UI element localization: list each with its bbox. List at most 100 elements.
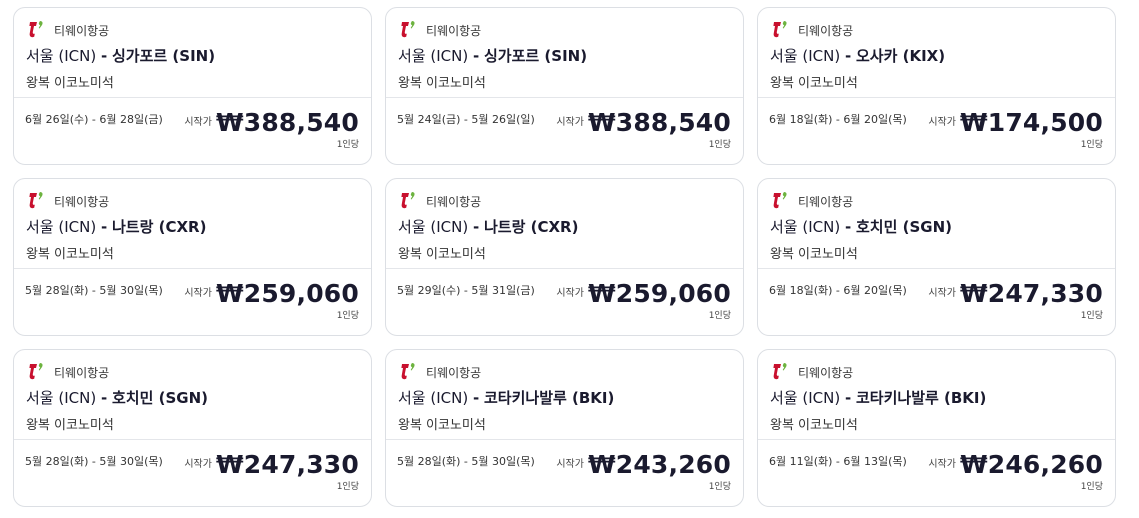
travel-dates: 5월 24일(금) - 5월 26일(일) bbox=[397, 113, 535, 126]
card-header: 티웨이항공 서울 (ICN) - 코타키나발루 (BKI) 왕복 이코노미석 bbox=[758, 350, 1115, 440]
route-separator: - bbox=[472, 218, 480, 236]
card-footer: 5월 28일(화) - 5월 30일(목) 시작가 ₩247,330 1인당 bbox=[14, 440, 371, 506]
airline-name: 티웨이항공 bbox=[426, 23, 482, 38]
destination-city: 나트랑 (CXR) bbox=[112, 218, 207, 236]
route-separator: - bbox=[844, 389, 852, 407]
per-person-label: 1인당 bbox=[1080, 140, 1103, 150]
destination-city: 코타키나발루 (BKI) bbox=[484, 389, 615, 407]
price: ₩388,540 bbox=[215, 108, 359, 137]
trip-type: 왕복 이코노미석 bbox=[398, 76, 486, 91]
route-separator: - bbox=[472, 47, 480, 65]
card-header: 티웨이항공 서울 (ICN) - 호치민 (SGN) 왕복 이코노미석 bbox=[14, 350, 371, 440]
airline-name: 티웨이항공 bbox=[798, 194, 854, 209]
flight-deal-card[interactable]: 티웨이항공 서울 (ICN) - 호치민 (SGN) 왕복 이코노미석 6월 1… bbox=[757, 178, 1116, 336]
route-separator: - bbox=[100, 47, 108, 65]
origin: 서울 (ICN) bbox=[770, 218, 841, 236]
per-person-label: 1인당 bbox=[708, 482, 731, 492]
airline-row: 티웨이항공 bbox=[398, 190, 731, 212]
airline-name: 티웨이항공 bbox=[54, 194, 110, 209]
trip-type: 왕복 이코노미석 bbox=[26, 76, 114, 91]
travel-dates: 5월 28일(화) - 5월 30일(목) bbox=[25, 455, 163, 468]
price-block: 시작가 ₩243,260 1인당 bbox=[556, 450, 731, 492]
from-label: 시작가 bbox=[556, 117, 584, 128]
price: ₩246,260 bbox=[959, 450, 1103, 479]
destination-city: 코타키나발루 (BKI) bbox=[856, 389, 987, 407]
card-header: 티웨이항공 서울 (ICN) - 나트랑 (CXR) 왕복 이코노미석 bbox=[386, 179, 743, 269]
price-block: 시작가 ₩174,500 1인당 bbox=[928, 108, 1103, 150]
airline-row: 티웨이항공 bbox=[26, 190, 359, 212]
route-separator: - bbox=[100, 389, 108, 407]
per-person-label: 1인당 bbox=[336, 140, 359, 150]
airline-row: 티웨이항공 bbox=[770, 190, 1103, 212]
destination-city: 나트랑 (CXR) bbox=[484, 218, 579, 236]
destination-city: 오사카 (KIX) bbox=[856, 47, 946, 65]
airline-row: 티웨이항공 bbox=[398, 19, 731, 41]
card-header: 티웨이항공 서울 (ICN) - 코타키나발루 (BKI) 왕복 이코노미석 bbox=[386, 350, 743, 440]
route: 서울 (ICN) - 싱가포르 (SIN) bbox=[26, 45, 359, 66]
price-block: 시작가 ₩388,540 1인당 bbox=[184, 108, 359, 150]
tway-logo-icon bbox=[398, 361, 420, 383]
price: ₩247,330 bbox=[959, 279, 1103, 308]
destination-city: 호치민 (SGN) bbox=[112, 389, 209, 407]
tway-logo-icon bbox=[770, 361, 792, 383]
card-footer: 5월 28일(화) - 5월 30일(목) 시작가 ₩243,260 1인당 bbox=[386, 440, 743, 506]
tway-logo-icon bbox=[770, 19, 792, 41]
airline-name: 티웨이항공 bbox=[798, 365, 854, 380]
travel-dates: 5월 28일(화) - 5월 30일(목) bbox=[25, 284, 163, 297]
card-header: 티웨이항공 서울 (ICN) - 싱가포르 (SIN) 왕복 이코노미석 bbox=[386, 8, 743, 98]
destination-city: 호치민 (SGN) bbox=[856, 218, 953, 236]
price-block: 시작가 ₩247,330 1인당 bbox=[928, 279, 1103, 321]
tway-logo-icon bbox=[26, 190, 48, 212]
price-block: 시작가 ₩259,060 1인당 bbox=[556, 279, 731, 321]
price: ₩243,260 bbox=[587, 450, 731, 479]
card-footer: 6월 18일(화) - 6월 20일(목) 시작가 ₩247,330 1인당 bbox=[758, 269, 1115, 335]
price: ₩247,330 bbox=[215, 450, 359, 479]
card-footer: 5월 28일(화) - 5월 30일(목) 시작가 ₩259,060 1인당 bbox=[14, 269, 371, 335]
destination-city: 싱가포르 (SIN) bbox=[484, 47, 588, 65]
from-label: 시작가 bbox=[556, 288, 584, 299]
origin: 서울 (ICN) bbox=[26, 47, 97, 65]
per-person-label: 1인당 bbox=[336, 311, 359, 321]
flight-deal-card[interactable]: 티웨이항공 서울 (ICN) - 싱가포르 (SIN) 왕복 이코노미석 6월 … bbox=[13, 7, 372, 165]
flight-deal-card[interactable]: 티웨이항공 서울 (ICN) - 싱가포르 (SIN) 왕복 이코노미석 5월 … bbox=[385, 7, 744, 165]
from-label: 시작가 bbox=[184, 117, 212, 128]
tway-logo-icon bbox=[770, 190, 792, 212]
trip-type: 왕복 이코노미석 bbox=[770, 76, 858, 91]
card-header: 티웨이항공 서울 (ICN) - 호치민 (SGN) 왕복 이코노미석 bbox=[758, 179, 1115, 269]
flight-deal-card[interactable]: 티웨이항공 서울 (ICN) - 코타키나발루 (BKI) 왕복 이코노미석 5… bbox=[385, 349, 744, 507]
travel-dates: 5월 29일(수) - 5월 31일(금) bbox=[397, 284, 535, 297]
flight-deal-card[interactable]: 티웨이항공 서울 (ICN) - 코타키나발루 (BKI) 왕복 이코노미석 6… bbox=[757, 349, 1116, 507]
tway-logo-icon bbox=[398, 19, 420, 41]
airline-name: 티웨이항공 bbox=[54, 23, 110, 38]
card-footer: 5월 24일(금) - 5월 26일(일) 시작가 ₩388,540 1인당 bbox=[386, 98, 743, 164]
per-person-label: 1인당 bbox=[336, 482, 359, 492]
tway-logo-icon bbox=[26, 361, 48, 383]
route-separator: - bbox=[472, 389, 480, 407]
travel-dates: 6월 18일(화) - 6월 20일(목) bbox=[769, 284, 907, 297]
flight-deal-card[interactable]: 티웨이항공 서울 (ICN) - 오사카 (KIX) 왕복 이코노미석 6월 1… bbox=[757, 7, 1116, 165]
tway-logo-icon bbox=[398, 190, 420, 212]
flight-deal-card[interactable]: 티웨이항공 서울 (ICN) - 호치민 (SGN) 왕복 이코노미석 5월 2… bbox=[13, 349, 372, 507]
route-separator: - bbox=[844, 218, 852, 236]
airline-row: 티웨이항공 bbox=[26, 361, 359, 383]
per-person-label: 1인당 bbox=[1080, 311, 1103, 321]
flight-deals-grid: 티웨이항공 서울 (ICN) - 싱가포르 (SIN) 왕복 이코노미석 6월 … bbox=[13, 7, 1116, 507]
airline-row: 티웨이항공 bbox=[26, 19, 359, 41]
origin: 서울 (ICN) bbox=[26, 218, 97, 236]
per-person-label: 1인당 bbox=[708, 140, 731, 150]
trip-type: 왕복 이코노미석 bbox=[398, 247, 486, 262]
from-label: 시작가 bbox=[928, 288, 956, 299]
trip-type: 왕복 이코노미석 bbox=[398, 418, 486, 433]
card-header: 티웨이항공 서울 (ICN) - 오사카 (KIX) 왕복 이코노미석 bbox=[758, 8, 1115, 98]
from-label: 시작가 bbox=[184, 288, 212, 299]
airline-name: 티웨이항공 bbox=[798, 23, 854, 38]
trip-type: 왕복 이코노미석 bbox=[770, 247, 858, 262]
flight-deal-card[interactable]: 티웨이항공 서울 (ICN) - 나트랑 (CXR) 왕복 이코노미석 5월 2… bbox=[385, 178, 744, 336]
trip-type: 왕복 이코노미석 bbox=[26, 247, 114, 262]
airline-name: 티웨이항공 bbox=[54, 365, 110, 380]
flight-deal-card[interactable]: 티웨이항공 서울 (ICN) - 나트랑 (CXR) 왕복 이코노미석 5월 2… bbox=[13, 178, 372, 336]
airline-row: 티웨이항공 bbox=[770, 19, 1103, 41]
route: 서울 (ICN) - 싱가포르 (SIN) bbox=[398, 45, 731, 66]
from-label: 시작가 bbox=[184, 459, 212, 470]
route: 서울 (ICN) - 호치민 (SGN) bbox=[770, 216, 1103, 237]
